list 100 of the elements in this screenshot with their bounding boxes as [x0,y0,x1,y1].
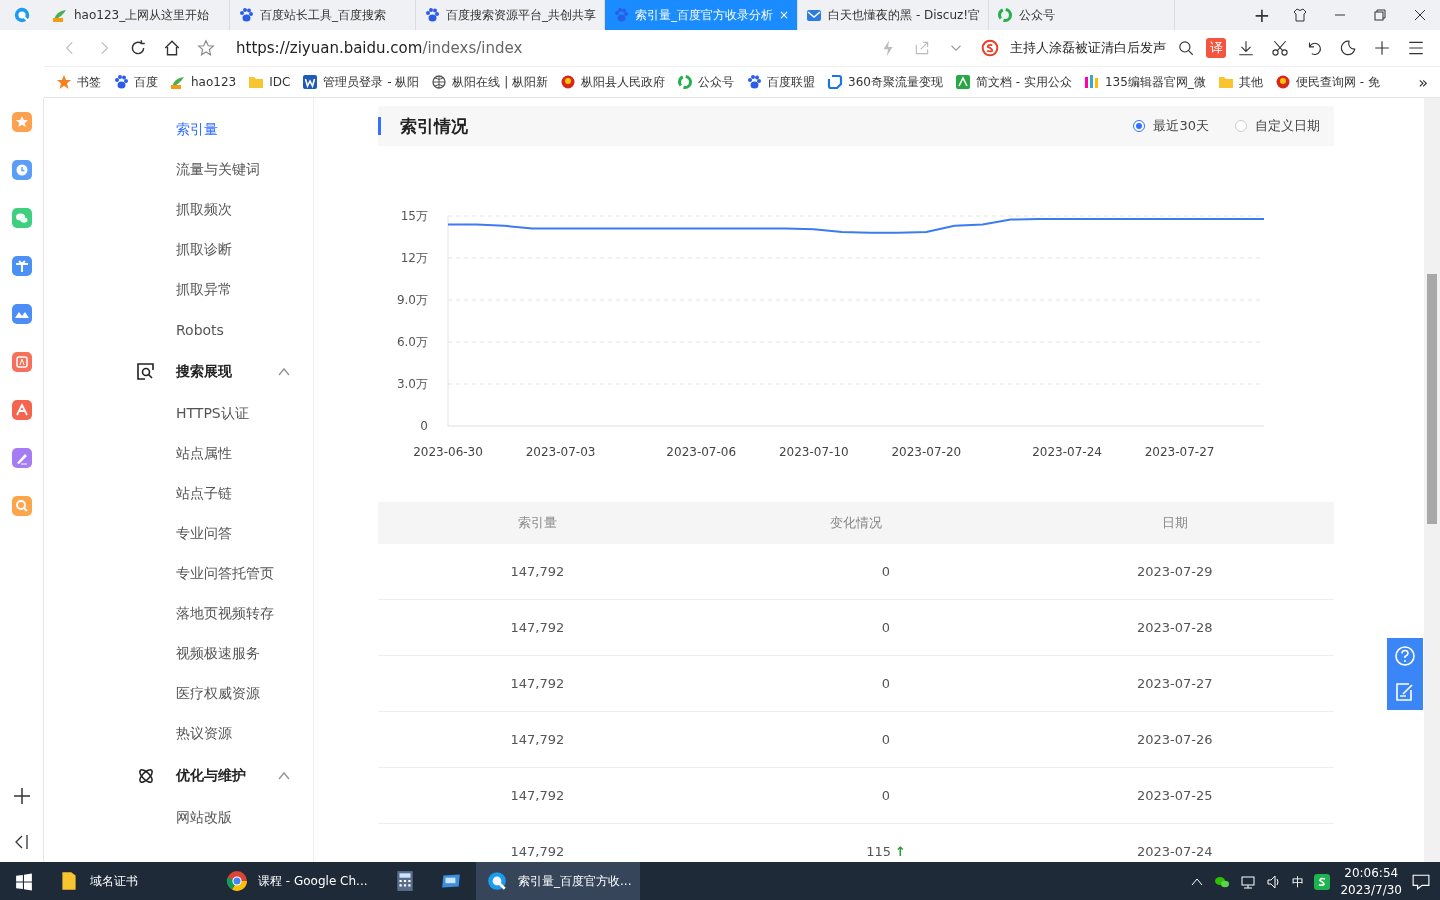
bookmark-item[interactable]: 枞阳县人民政府 [560,73,666,91]
section-title: 搜索展现 [176,363,232,381]
date-text: 2023/7/30 [1340,882,1402,899]
y-axis-label: 6.0万 [396,335,428,349]
y-axis-label: 9.0万 [396,293,428,307]
bookmark-item[interactable]: IDC [248,74,291,90]
bookmark-item[interactable]: 百度 [113,73,158,91]
bookmark-item[interactable]: 书签 [56,73,101,91]
tab-title: hao123_上网从这里开始 [74,6,211,24]
ring-icon [677,74,694,90]
table-cell: 147,792 [510,676,565,691]
nav-item[interactable]: 视频极速服务 [44,634,313,674]
bookmark-item[interactable]: 枞阳在线 | 枞阳新 [431,73,549,91]
input-method-icon[interactable] [1314,874,1331,890]
nav-item[interactable]: 专业问答 [44,514,313,554]
more-bookmarks-button[interactable]: » [1418,72,1428,92]
bookmark-item[interactable]: 便民查询网 - 免 [1274,73,1380,91]
table-cell: 2023-07-29 [1136,564,1213,579]
bookmark-item[interactable]: 百度联盟 [746,73,816,91]
time-text: 20:06:54 [1344,865,1399,882]
globe-icon [431,74,448,90]
bookmark-item[interactable]: 135编辑器官网_微 [1083,73,1206,91]
bars-logo-icon [1083,74,1100,90]
search-field[interactable]: 主持人涂磊被证清白后发声 [1010,39,1166,57]
radio-button[interactable] [1133,120,1146,132]
nav-item[interactable]: 索引量 [44,110,313,150]
radio-button[interactable] [1235,120,1247,132]
ime-indicator[interactable]: 中 [1292,873,1305,891]
chat-icon[interactable] [1214,874,1231,890]
taskbar-label: 索引量_百度官方收... [518,872,632,890]
taskbar-app[interactable]: 域名证书 [48,862,212,900]
column-header: 索引量 [517,514,557,532]
y-axis-label: 12万 [400,251,428,265]
new-tab-button[interactable]: + [1244,0,1280,30]
bookmark-item[interactable]: 公众号 [677,73,735,91]
x-axis-label: 2023-07-03 [525,445,596,459]
table-cell: 0 [881,732,891,747]
tab-title: 索引量_百度官方收录分析 [635,6,773,24]
chat-bubbles-icon[interactable] [11,208,32,228]
windows-start-icon[interactable] [15,873,33,891]
nav-item[interactable]: 抓取频次 [44,190,313,230]
nav-section-header[interactable]: 优化与维护 [44,754,313,798]
taskbar-app[interactable]: 索引量_百度官方收... [476,862,640,900]
ring-icon [997,7,1014,23]
tab-title: 公众号 [1019,6,1057,24]
clock-icon[interactable] [11,160,32,180]
y-axis-label: 15万 [400,209,428,223]
bookmark-item[interactable]: hao123 [170,74,237,90]
table-cell: 2023-07-24 [1136,844,1213,859]
network-icon[interactable] [1240,874,1257,890]
column-header: 日期 [1161,514,1188,532]
table-cell: 147,792 [510,564,565,579]
nav-item[interactable]: 抓取诊断 [44,230,313,270]
nav-item[interactable]: 热议资源 [44,714,313,754]
range-option[interactable]: 自定义日期 [1235,117,1320,135]
x-axis-label: 2023-07-10 [778,445,849,459]
clock[interactable]: 20:06:54 2023/7/30 [1340,865,1402,899]
taskbar-app[interactable]: 课程 - Google Ch... [216,862,380,900]
help-icon[interactable] [1394,645,1416,667]
bookmark-item[interactable]: 简文档 - 实用公众 [954,73,1072,91]
bookmark-item[interactable]: 管理员登录 - 枞阳 [302,73,420,91]
nav-item[interactable]: 站点子链 [44,474,313,514]
column-header: 变化情况 [830,514,882,532]
nav-item[interactable]: 抓取异常 [44,270,313,310]
table-cell: 147,792 [510,732,565,747]
table-cell: 147,792 [510,788,565,803]
plus-icon[interactable] [11,786,32,806]
nav-item[interactable]: HTTPS认证 [44,394,313,434]
nav-item[interactable]: 网站改版 [44,798,313,838]
address-field[interactable]: https://ziyuan.baidu.com/indexs/index [236,39,523,57]
mountain-icon[interactable] [11,304,32,324]
nav-item[interactable]: 专业问答托管页 [44,554,313,594]
emblem-icon [560,74,577,90]
nav-item[interactable]: Robots [44,310,313,350]
paw-icon [238,7,254,23]
tab-title: 白天也懂夜的黑 - Discuz!官 [828,6,981,24]
pen-icon[interactable] [11,448,32,468]
nav-item[interactable]: 流量与关键词 [44,150,313,190]
scrollbar[interactable] [1424,98,1440,862]
nav-section-header[interactable]: 搜索展现 [44,350,313,394]
plane-icon[interactable] [11,256,32,276]
table-cell: 2023-07-27 [1136,676,1213,691]
edit-icon[interactable] [1394,681,1416,703]
leaf-logo-icon [52,7,68,23]
bracket-logo-icon [827,74,844,90]
bookmark-item[interactable]: 360奇聚流量变现 [827,73,943,91]
nav-item[interactable]: 站点属性 [44,434,313,474]
x-axis-label: 2023-06-30 [413,445,483,459]
nav-item[interactable]: 医疗权威资源 [44,674,313,714]
section-title: 优化与维护 [176,767,246,785]
atom-icon [136,766,156,786]
paw-icon [113,74,129,90]
nav-item[interactable]: 落地页视频转存 [44,594,313,634]
browser-logo-icon[interactable] [13,6,31,24]
table-cell: 2023-07-26 [1136,732,1213,747]
range-option[interactable]: 最近30天 [1133,117,1209,135]
bookmark-item[interactable]: 其他 [1217,73,1263,91]
calculator-icon[interactable] [394,870,416,892]
notification-icon[interactable] [1412,873,1430,891]
table-cell: 2023-07-25 [1136,788,1213,803]
